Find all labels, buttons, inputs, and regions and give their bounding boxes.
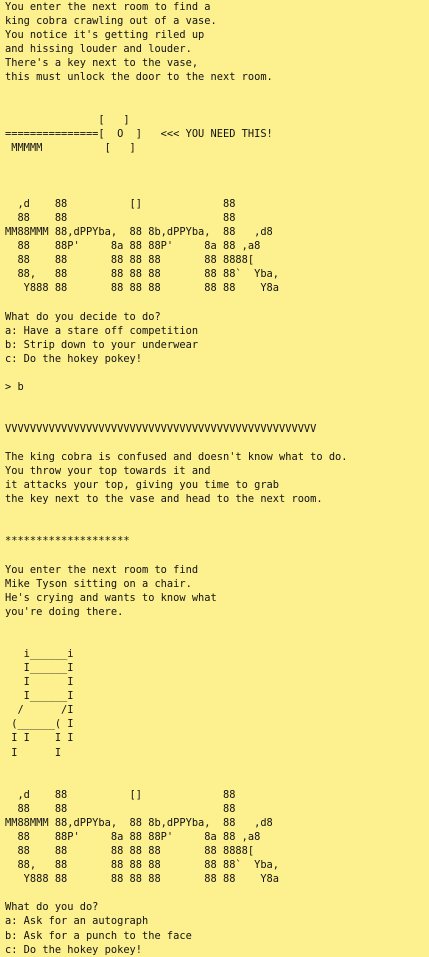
- option-a-2: a: Ask for an autograph: [5, 915, 149, 928]
- star-divider: ********************: [5, 535, 130, 548]
- terminal-output: You enter the next room to find a king c…: [0, 0, 429, 957]
- decision-question: What do you decide to do?: [5, 310, 161, 323]
- option-c-2: c: Do the hokey pokey!: [5, 943, 143, 956]
- title-ascii-art-2: ,d 88 [] 88 88 88 88 MM88MMM 88,dPPYba, …: [5, 788, 280, 886]
- command-input-line[interactable]: > b: [5, 380, 429, 394]
- title-ascii-art: ,d 88 [] 88 88 88 88 MM88MMM 88,dPPYba, …: [5, 197, 280, 295]
- option-b: b: Strip down to your underwear: [5, 338, 199, 351]
- room-intro-text-2: You enter the next room to find Mike Tys…: [5, 563, 217, 618]
- option-c: c: Do the hokey pokey!: [5, 352, 143, 365]
- key-ascii-art: [ ] ===============[ O ] <<< YOU NEED TH…: [5, 113, 273, 154]
- room-intro-text: You enter the next room to find a king c…: [5, 1, 273, 84]
- chair-ascii-art: i______i I______I I I I______I / /I (___…: [11, 647, 74, 759]
- option-b-2: b: Ask for a punch to the face: [5, 929, 192, 942]
- v-divider: VVVVVVVVVVVVVVVVVVVVVVVVVVVVVVVVVVVVVVVV…: [5, 422, 317, 435]
- option-a: a: Have a stare off competition: [5, 324, 199, 337]
- decision-question-2: What do you do?: [5, 901, 99, 914]
- result-text: The king cobra is confused and doesn't k…: [5, 451, 348, 506]
